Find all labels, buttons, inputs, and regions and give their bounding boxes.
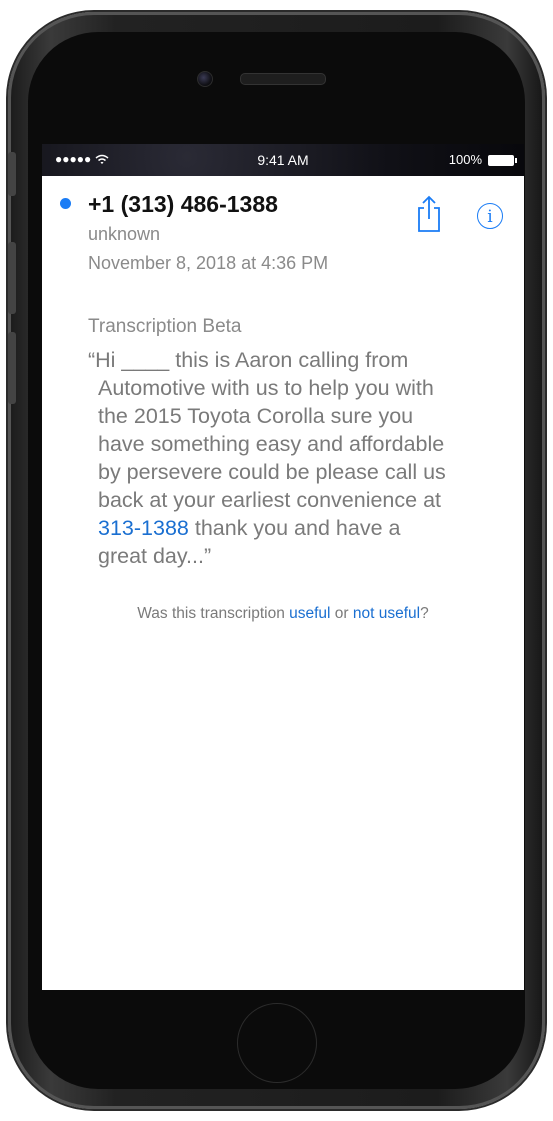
front-camera bbox=[197, 71, 213, 87]
transcript-line: the 2015 Toyota Corolla sure you bbox=[98, 404, 414, 428]
transcript-line: back at your earliest convenience at bbox=[98, 488, 442, 512]
caller-number: +1 (313) 486-1388 bbox=[88, 191, 278, 217]
transcript-line: have something easy and affordable bbox=[98, 432, 445, 456]
feedback-prefix: Was this transcription bbox=[137, 605, 290, 622]
home-button[interactable] bbox=[237, 1003, 317, 1083]
unread-indicator-dot bbox=[60, 198, 71, 209]
battery-icon bbox=[488, 155, 517, 166]
earpiece-speaker bbox=[240, 73, 326, 85]
transcript-text: thank you and have a bbox=[188, 516, 401, 540]
share-icon[interactable] bbox=[414, 194, 444, 234]
transcription-feedback: Was this transcription useful or not use… bbox=[42, 605, 524, 623]
caller-label: unknown bbox=[88, 224, 161, 244]
status-bar: ●●●●● 9:41 AM 100% bbox=[42, 144, 524, 176]
feedback-suffix: ? bbox=[420, 605, 429, 622]
transcript-line: great day...” bbox=[98, 544, 212, 568]
mute-switch bbox=[8, 152, 16, 196]
useful-link[interactable]: useful bbox=[289, 605, 330, 622]
transcription-title: Transcription Beta bbox=[88, 316, 242, 337]
volume-up-button bbox=[8, 242, 16, 314]
info-icon[interactable]: i bbox=[477, 203, 503, 229]
phone-number-link[interactable]: 313-1388 bbox=[98, 516, 189, 540]
feedback-or: or bbox=[330, 605, 353, 622]
transcript-line: Automotive with us to help you with bbox=[98, 376, 434, 400]
battery-percent: 100% bbox=[448, 152, 482, 167]
transcript-line: by persevere could be please call us bbox=[98, 460, 446, 484]
voicemail-datetime: November 8, 2018 at 4:36 PM bbox=[88, 253, 329, 273]
not-useful-link[interactable]: not useful bbox=[353, 605, 420, 622]
screen: ●●●●● 9:41 AM 100% +1 (313) 486-1388 unk… bbox=[42, 144, 524, 990]
transcript-line: “Hi ____ this is Aaron calling from bbox=[88, 348, 409, 372]
transcript-line: 313-1388 thank you and have a bbox=[88, 514, 508, 542]
volume-down-button bbox=[8, 332, 16, 404]
transcription-text: “Hi ____ this is Aaron calling from Auto… bbox=[88, 346, 508, 570]
